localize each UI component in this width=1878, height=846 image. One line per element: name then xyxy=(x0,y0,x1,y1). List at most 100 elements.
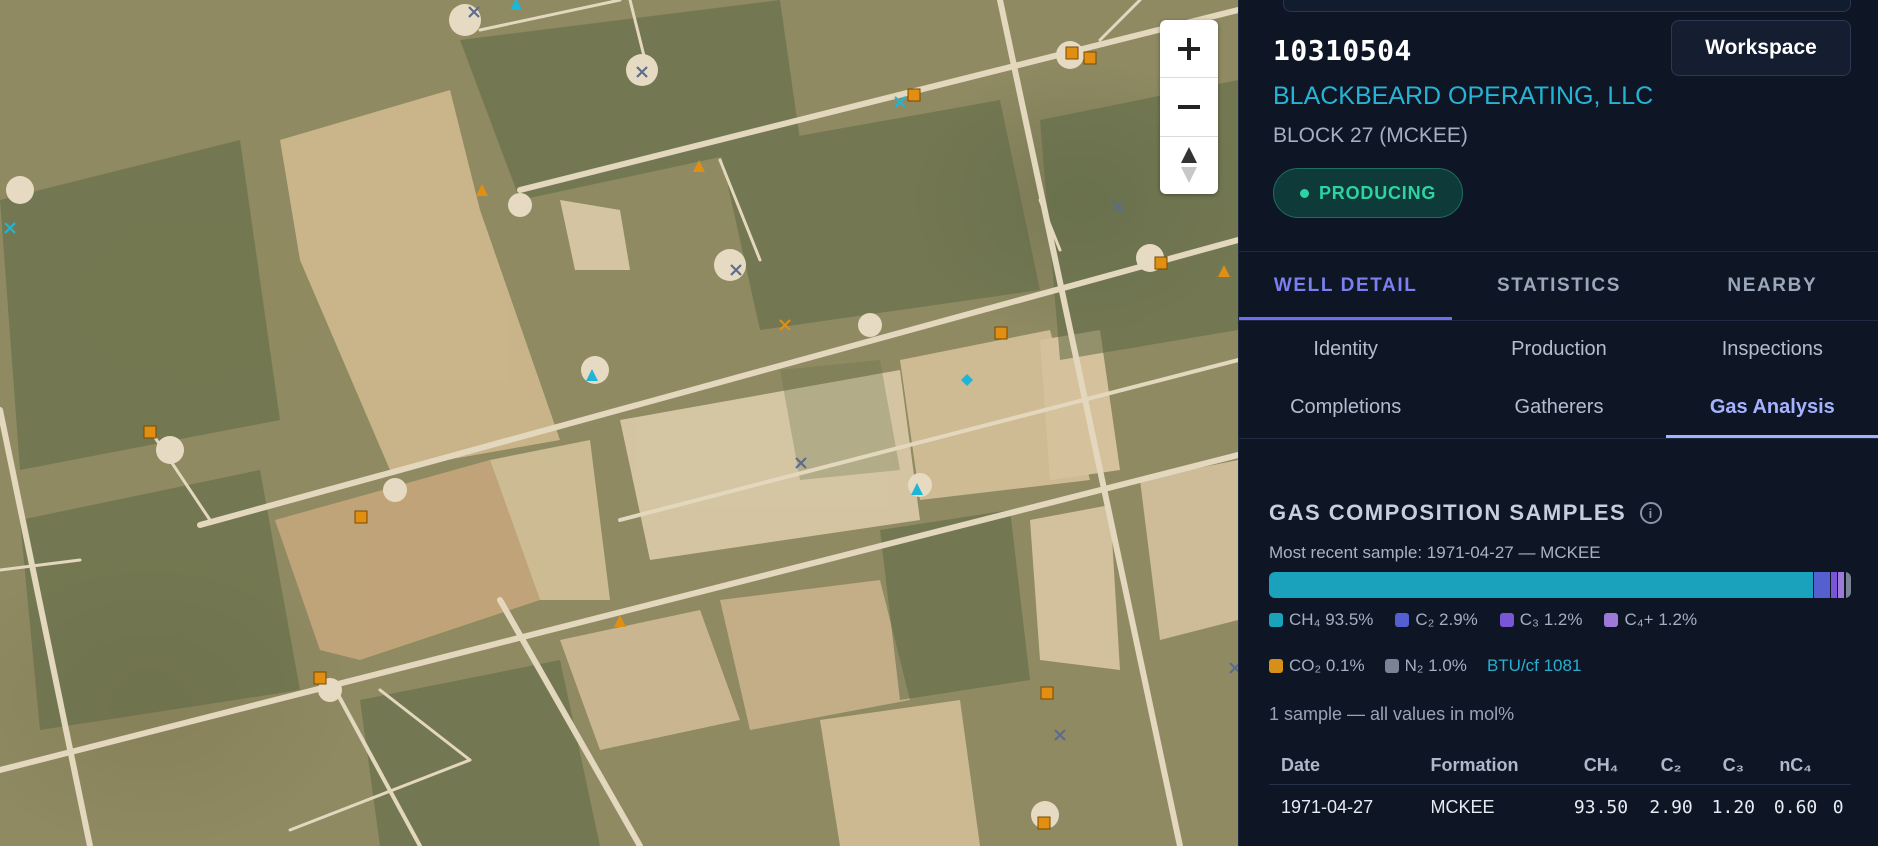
x-well-icon xyxy=(4,222,16,234)
reset-bearing-button[interactable] xyxy=(1160,137,1218,194)
well-marker[interactable] xyxy=(994,326,1008,340)
tab-nearby[interactable]: NEARBY xyxy=(1666,252,1878,320)
well-marker[interactable] xyxy=(467,5,481,19)
well-marker[interactable] xyxy=(313,671,327,685)
well-marker[interactable] xyxy=(1053,728,1067,742)
satellite-map[interactable] xyxy=(0,0,1238,846)
operator-name[interactable]: BLACKBEARD OPERATING, LLC xyxy=(1273,82,1653,111)
square-well-icon xyxy=(1083,51,1097,65)
well-marker[interactable] xyxy=(960,373,974,387)
x-well-icon xyxy=(1054,729,1066,741)
square-well-icon xyxy=(1154,256,1168,270)
bar-segment-c2 xyxy=(1813,572,1831,598)
compass-icon xyxy=(1181,147,1197,184)
subtab-production[interactable]: Production xyxy=(1452,320,1665,378)
legend-swatch xyxy=(1384,659,1399,673)
status-dot-icon xyxy=(1300,188,1309,198)
legend-label: CO₂ 0.1% xyxy=(1289,656,1365,675)
well-marker[interactable] xyxy=(1037,816,1051,830)
x-well-icon xyxy=(894,96,906,108)
legend-swatch xyxy=(1269,659,1283,673)
x-well-icon xyxy=(1229,662,1238,674)
well-marker[interactable] xyxy=(1083,51,1097,65)
well-marker[interactable] xyxy=(794,456,808,470)
subtab-inspections[interactable]: Inspections xyxy=(1666,320,1878,378)
sub-tabs: Identity Production Inspections Completi… xyxy=(1239,320,1878,438)
col-date[interactable]: Date xyxy=(1269,748,1419,785)
well-marker[interactable] xyxy=(475,183,489,197)
col-ch4[interactable]: CH₄ xyxy=(1562,748,1640,785)
well-marker[interactable] xyxy=(635,65,649,79)
divider xyxy=(1239,438,1878,439)
well-marker[interactable] xyxy=(585,368,599,382)
well-marker[interactable] xyxy=(1154,256,1168,270)
x-well-icon xyxy=(730,264,742,276)
legend-label: N₂ 1.0% xyxy=(1404,656,1467,675)
legend-swatch xyxy=(1269,613,1283,627)
cell-c2: 2.90 xyxy=(1649,796,1693,818)
lease-name: BLOCK 27 (MCKEE) xyxy=(1273,124,1468,147)
well-marker[interactable] xyxy=(907,88,921,102)
zoom-out-button[interactable] xyxy=(1160,78,1218,137)
x-well-icon xyxy=(636,66,648,78)
x-well-icon xyxy=(468,6,480,18)
cell-ch4: 93.50 xyxy=(1573,796,1629,818)
composition-legend: CH₄ 93.5% C₂ 2.9% C₃ 1.2% C₄+ 1.2% xyxy=(1269,610,1859,630)
well-marker[interactable] xyxy=(613,614,627,628)
zoom-in-button[interactable] xyxy=(1160,20,1218,79)
legend-label: CH₄ 93.5% xyxy=(1289,610,1374,629)
col-formation[interactable]: Formation xyxy=(1418,748,1563,785)
well-marker[interactable] xyxy=(1228,661,1238,675)
col-overflow xyxy=(1826,748,1851,785)
table-row[interactable]: 1971-04-27 MCKEE 93.50 2.90 1.20 0.60 0 xyxy=(1269,784,1851,830)
recent-sample-text: Most recent sample: 1971-04-27 — MCKEE xyxy=(1269,543,1601,562)
subtab-gas-analysis[interactable]: Gas Analysis xyxy=(1665,378,1878,438)
workspace-button[interactable]: Workspace xyxy=(1671,20,1851,76)
well-marker[interactable] xyxy=(509,0,523,11)
legend-item-n2: N₂ 1.0% xyxy=(1384,656,1467,676)
legend-swatch xyxy=(1604,613,1619,627)
well-marker[interactable] xyxy=(1111,200,1125,214)
square-well-icon xyxy=(313,671,327,685)
legend-item-co2: CO₂ 0.1% xyxy=(1269,656,1365,676)
col-c2[interactable]: C₂ xyxy=(1639,748,1703,785)
well-marker[interactable] xyxy=(729,263,743,277)
map-zoom-control xyxy=(1160,20,1218,194)
minus-icon xyxy=(1178,104,1200,109)
well-marker[interactable] xyxy=(778,318,792,332)
square-well-icon xyxy=(1037,816,1051,830)
tab-well-detail[interactable]: WELL DETAIL xyxy=(1239,252,1453,320)
sample-note: 1 sample — all values in mol% xyxy=(1269,704,1515,724)
well-marker[interactable] xyxy=(354,510,368,524)
well-marker[interactable] xyxy=(3,221,17,235)
subtab-identity[interactable]: Identity xyxy=(1239,320,1452,378)
well-marker[interactable] xyxy=(1040,686,1054,700)
section-title: GAS COMPOSITION SAMPLES xyxy=(1269,500,1627,525)
subtab-gatherers[interactable]: Gatherers xyxy=(1452,378,1665,436)
composition-bar xyxy=(1269,572,1851,598)
cell-date: 1971-04-27 xyxy=(1281,796,1374,817)
well-marker[interactable] xyxy=(1217,264,1231,278)
legend-swatch xyxy=(1499,613,1514,627)
well-marker[interactable] xyxy=(143,425,157,439)
gas-samples-table: Date Formation CH₄ C₂ C₃ nC₄ 1971-04-27 … xyxy=(1269,748,1851,830)
col-nc4[interactable]: nC₄ xyxy=(1764,748,1827,785)
search-box[interactable] xyxy=(1283,0,1851,12)
well-marker[interactable] xyxy=(893,95,907,109)
square-well-icon xyxy=(907,88,921,102)
col-c3[interactable]: C₃ xyxy=(1702,748,1765,785)
well-marker[interactable] xyxy=(692,159,706,173)
tab-statistics[interactable]: STATISTICS xyxy=(1452,252,1665,320)
composition-legend-row2: CO₂ 0.1% N₂ 1.0% BTU/cf 1081 xyxy=(1269,656,1859,676)
legend-swatch xyxy=(1395,613,1410,627)
cell-nc4: 0.60 xyxy=(1773,796,1818,818)
well-marker[interactable] xyxy=(910,482,924,496)
square-well-icon xyxy=(143,425,157,439)
info-icon[interactable]: i xyxy=(1640,502,1663,524)
square-well-icon xyxy=(994,326,1008,340)
triangle-well-icon xyxy=(586,369,598,381)
triangle-well-icon xyxy=(693,160,705,172)
subtab-completions[interactable]: Completions xyxy=(1239,378,1452,436)
x-well-icon xyxy=(795,457,807,469)
well-marker[interactable] xyxy=(1065,46,1079,60)
